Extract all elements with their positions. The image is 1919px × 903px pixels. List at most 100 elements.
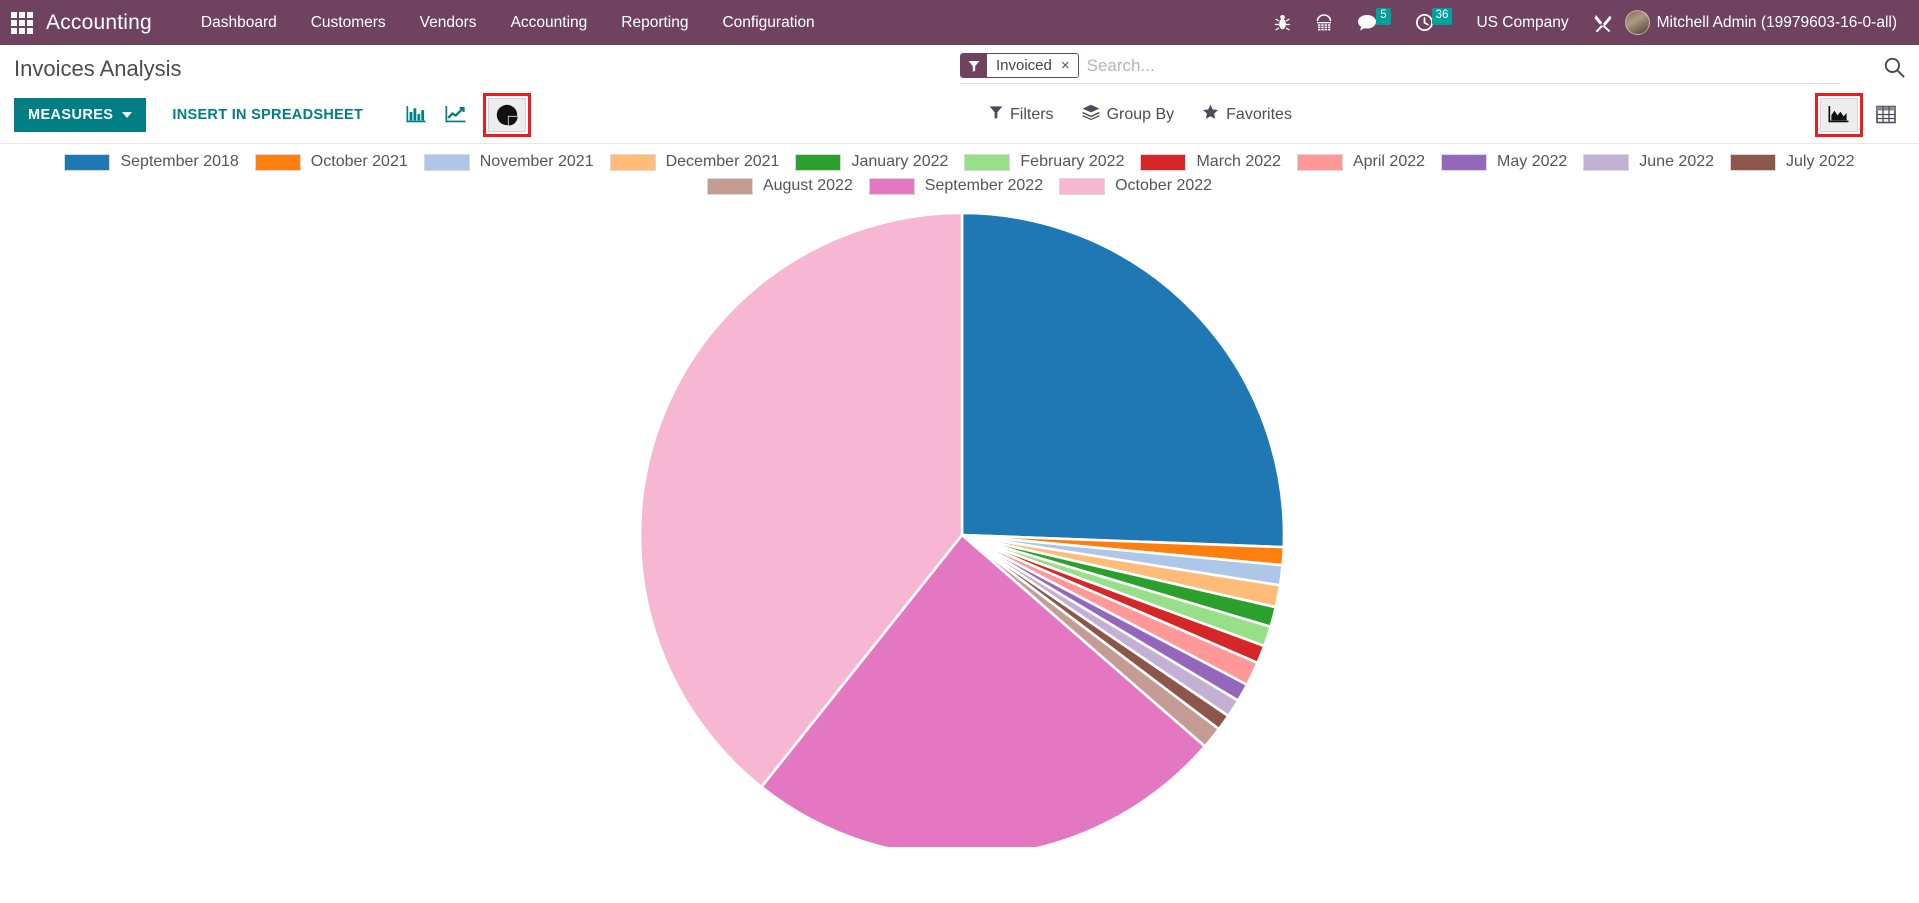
menu-item-vendors[interactable]: Vendors: [403, 2, 494, 44]
legend-swatch: [1296, 153, 1343, 171]
legend-label: August 2022: [762, 177, 853, 194]
legend-item[interactable]: May 2022: [1441, 153, 1567, 171]
search-input[interactable]: [1080, 55, 1840, 76]
filters-button[interactable]: Filters: [975, 97, 1068, 132]
messages-counter[interactable]: 5: [1345, 0, 1402, 45]
legend-swatch: [706, 177, 753, 195]
control-panel-top-row: Invoices Analysis Invoiced ×: [0, 45, 1919, 91]
apps-grid-icon: [11, 11, 33, 34]
chart-area: [0, 197, 1919, 859]
group-by-label: Group By: [1106, 105, 1175, 123]
apps-menu-button[interactable]: [0, 0, 44, 45]
top-navbar: Accounting Dashboard Customers Vendors A…: [0, 0, 1919, 45]
legend-item[interactable]: October 2022: [1059, 177, 1212, 195]
pie-chart-highlight: [483, 92, 532, 137]
legend-swatch: [64, 153, 111, 171]
legend-label: September 2022: [924, 177, 1044, 194]
menu-item-configuration[interactable]: Configuration: [705, 2, 831, 44]
legend-swatch: [1140, 153, 1187, 171]
legend-label: November 2021: [479, 153, 594, 170]
legend-swatch: [423, 153, 470, 171]
legend-item[interactable]: November 2021: [423, 153, 594, 171]
menu-item-accounting[interactable]: Accounting: [494, 2, 605, 44]
user-menu[interactable]: Mitchell Admin (19979603-16-0-all): [1624, 10, 1897, 35]
search-facet-invoiced[interactable]: Invoiced ×: [960, 53, 1079, 78]
control-panel-bottom-row: MEASURES INSERT IN SPREADSHEET Filters G…: [0, 91, 1919, 143]
graph-view-icon[interactable]: [1820, 97, 1858, 132]
measures-label: MEASURES: [28, 106, 114, 123]
chart-legend: September 2018 October 2021 November 202…: [0, 144, 1919, 197]
legend-label: July 2022: [1786, 153, 1855, 170]
legend-item[interactable]: September 2022: [868, 177, 1044, 195]
legend-swatch: [254, 153, 301, 171]
legend-label: March 2022: [1196, 153, 1281, 170]
legend-item[interactable]: February 2022: [964, 153, 1124, 171]
legend-item[interactable]: June 2022: [1583, 153, 1714, 171]
legend-item[interactable]: December 2021: [609, 153, 780, 171]
legend-label: February 2022: [1020, 153, 1125, 170]
legend-swatch: [1059, 177, 1106, 195]
pie-slice[interactable]: [960, 211, 1286, 549]
magnifier-icon[interactable]: [1884, 57, 1905, 84]
search-dropdowns: Filters Group By Favorites: [975, 96, 1306, 133]
legend-item[interactable]: January 2022: [795, 153, 948, 171]
legend-item[interactable]: October 2021: [254, 153, 408, 171]
legend-label: June 2022: [1639, 153, 1715, 170]
phone-icon[interactable]: [1303, 0, 1345, 45]
filters-label: Filters: [1010, 105, 1054, 123]
legend-swatch: [868, 177, 915, 195]
legend-item[interactable]: July 2022: [1730, 153, 1855, 171]
legend-label: May 2022: [1497, 153, 1568, 170]
pie-chart-icon[interactable]: [488, 97, 527, 132]
pie-chart[interactable]: [0, 197, 1919, 859]
line-chart-icon[interactable]: [437, 98, 475, 132]
page-title: Invoices Analysis: [14, 56, 182, 81]
user-name-label: Mitchell Admin (19979603-16-0-all): [1656, 13, 1897, 31]
favorites-button[interactable]: Favorites: [1188, 96, 1306, 133]
search-facet-label: Invoiced: [987, 54, 1059, 77]
legend-swatch: [1730, 153, 1777, 171]
view-switcher: [1809, 92, 1905, 137]
favorites-label: Favorites: [1226, 105, 1292, 123]
legend-item[interactable]: March 2022: [1140, 153, 1281, 171]
graph-view-highlight: [1815, 92, 1863, 137]
clock-icon: [1415, 14, 1433, 31]
control-panel: Invoices Analysis Invoiced × MEASURES: [0, 45, 1919, 144]
legend-label: January 2022: [851, 153, 949, 170]
company-switcher[interactable]: US Company: [1464, 14, 1580, 32]
chart-type-switcher: [397, 92, 532, 137]
legend-label: April 2022: [1352, 153, 1426, 170]
bug-icon[interactable]: [1262, 0, 1303, 45]
legend-item[interactable]: August 2022: [706, 177, 853, 195]
bar-chart-icon[interactable]: [397, 98, 435, 132]
legend-label: December 2021: [665, 153, 780, 170]
legend-item[interactable]: September 2018: [64, 153, 239, 171]
legend-swatch: [1583, 153, 1630, 171]
search-facet-remove-icon[interactable]: ×: [1058, 54, 1078, 77]
star-icon: [1202, 104, 1219, 125]
search-view: Invoiced ×: [960, 53, 1840, 84]
legend-swatch: [795, 153, 842, 171]
pivot-view-icon[interactable]: [1867, 98, 1905, 132]
legend-swatch: [1441, 153, 1488, 171]
chat-bubble-icon: [1358, 15, 1377, 31]
menu-item-dashboard[interactable]: Dashboard: [184, 2, 294, 44]
legend-label: October 2021: [310, 153, 408, 170]
group-by-button[interactable]: Group By: [1068, 96, 1189, 133]
legend-label: September 2018: [120, 153, 239, 170]
avatar: [1624, 10, 1650, 35]
funnel-icon: [989, 105, 1003, 124]
measures-button[interactable]: MEASURES: [14, 97, 147, 132]
menu-item-reporting[interactable]: Reporting: [604, 2, 705, 44]
legend-label: October 2022: [1115, 177, 1213, 194]
menu-item-customers[interactable]: Customers: [294, 2, 403, 44]
navbar-systray: 5 36 US Company Mitchell Admin (19979603…: [1262, 0, 1909, 45]
insert-in-spreadsheet-button[interactable]: INSERT IN SPREADSHEET: [158, 98, 377, 132]
wrench-screwdriver-icon[interactable]: [1581, 0, 1625, 45]
legend-item[interactable]: April 2022: [1296, 153, 1426, 171]
main-menu: Dashboard Customers Vendors Accounting R…: [184, 2, 832, 44]
layers-icon: [1082, 104, 1100, 125]
activities-counter[interactable]: 36: [1403, 0, 1465, 45]
chevron-down-icon: [122, 111, 133, 118]
app-brand-accounting[interactable]: Accounting: [44, 11, 160, 35]
